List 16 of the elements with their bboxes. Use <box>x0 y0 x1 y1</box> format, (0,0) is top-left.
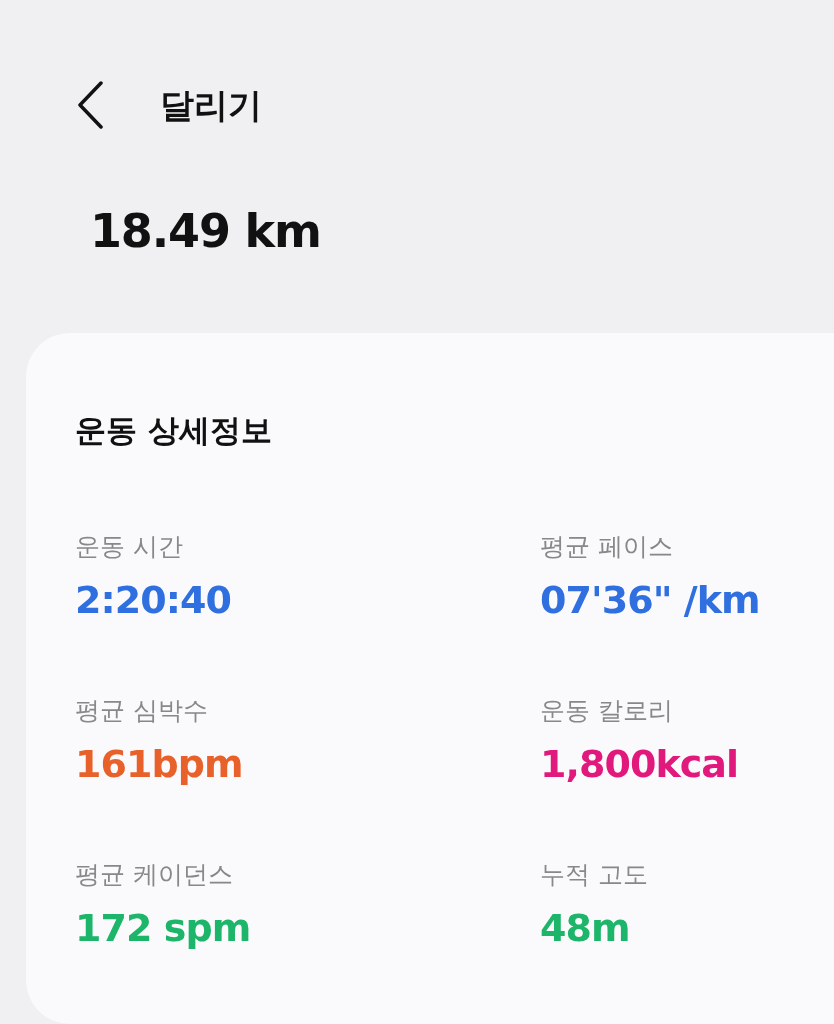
page-title: 달리기 <box>160 83 262 127</box>
stat-label: 운동 시간 <box>75 531 184 563</box>
back-icon <box>76 81 104 129</box>
stat-value: 161bpm <box>75 741 244 788</box>
stat-label: 누적 고도 <box>540 859 649 891</box>
distance-value: 18.49 km <box>90 203 321 260</box>
stat-value: 2:20:40 <box>75 577 232 624</box>
card-title: 운동 상세정보 <box>75 411 273 450</box>
stat-label: 운동 칼로리 <box>540 695 674 727</box>
stat-value: 48m <box>540 905 631 952</box>
stat-value: 172 spm <box>75 905 252 952</box>
stat-value: 07'36" /km <box>540 577 761 624</box>
stat-value: 1,800kcal <box>540 741 740 788</box>
stat-label: 평균 케이던스 <box>75 859 234 891</box>
stat-label: 평균 심박수 <box>75 695 209 727</box>
stat-label: 평균 페이스 <box>540 531 674 563</box>
